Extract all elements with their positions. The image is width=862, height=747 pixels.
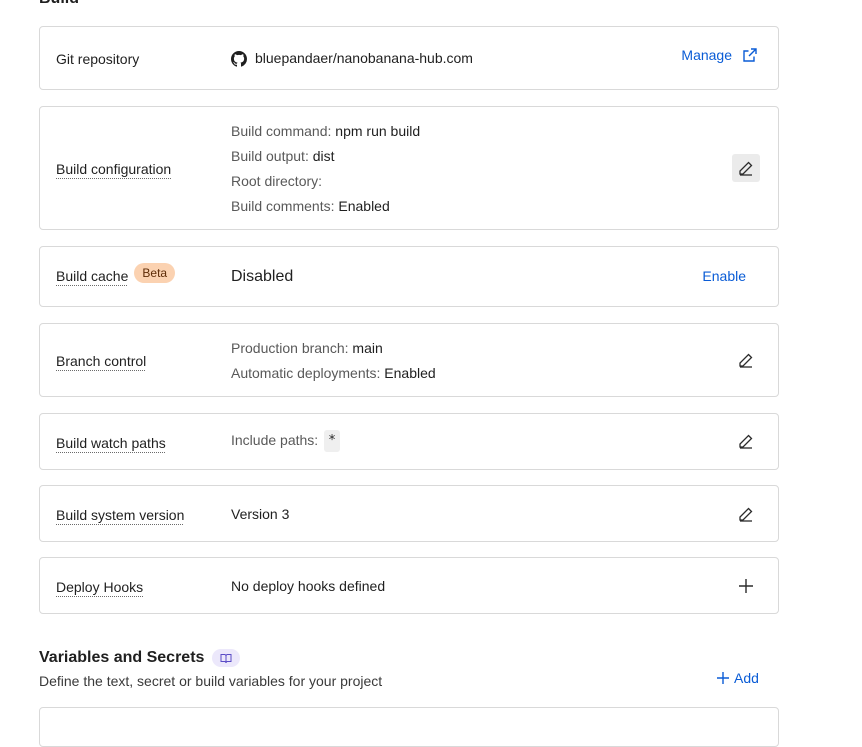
build-config-list: Build command: npm run build Build outpu… bbox=[231, 119, 420, 219]
plus-icon bbox=[716, 671, 730, 685]
section-title: Build bbox=[39, 0, 79, 9]
pencil-icon bbox=[738, 506, 754, 522]
manage-link[interactable]: Manage bbox=[681, 47, 758, 63]
external-link-icon bbox=[742, 47, 758, 63]
pencil-icon bbox=[738, 352, 754, 368]
build-watch-paths-card: Build watch paths Include paths: * bbox=[39, 413, 779, 470]
edit-build-configuration-button[interactable] bbox=[732, 154, 760, 182]
build-configuration-card: Build configuration Build command: npm r… bbox=[39, 106, 779, 230]
github-icon bbox=[231, 50, 247, 67]
root-directory-row: Root directory: bbox=[231, 173, 323, 189]
deploy-hooks-value: No deploy hooks defined bbox=[231, 578, 386, 594]
variables-description: Define the text, secret or build variabl… bbox=[39, 673, 383, 689]
pencil-icon bbox=[738, 433, 754, 449]
git-repository-label: Git repository bbox=[56, 51, 140, 67]
build-comments-row: Build comments: Enabled bbox=[231, 198, 390, 214]
automatic-deployments-row: Automatic deployments: Enabled bbox=[231, 365, 436, 381]
branch-control-label: Branch control bbox=[56, 353, 147, 369]
git-repository-card: Git repository bluepandaer/nanobanana-hu… bbox=[39, 26, 779, 90]
build-configuration-label: Build configuration bbox=[56, 161, 172, 177]
deploy-hooks-card: Deploy Hooks No deploy hooks defined bbox=[39, 557, 779, 614]
git-repository-value: bluepandaer/nanobanana-hub.com bbox=[231, 46, 473, 71]
variables-card bbox=[39, 707, 779, 747]
include-paths-row: Include paths: * bbox=[231, 428, 340, 453]
edit-build-system-version-button[interactable] bbox=[732, 500, 760, 528]
include-paths-value: * bbox=[324, 429, 340, 452]
build-cache-label: Build cache Beta bbox=[56, 263, 176, 285]
edit-branch-control-button[interactable] bbox=[732, 346, 760, 374]
beta-badge: Beta bbox=[134, 263, 176, 283]
branch-control-card: Branch control Production branch: main A… bbox=[39, 323, 779, 397]
build-system-version-value: Version 3 bbox=[231, 506, 290, 522]
branch-control-list: Production branch: main Automatic deploy… bbox=[231, 336, 436, 386]
plus-icon bbox=[738, 578, 754, 594]
build-watch-paths-label: Build watch paths bbox=[56, 435, 166, 451]
pencil-icon bbox=[738, 160, 754, 176]
build-cache-status: Disabled bbox=[231, 268, 294, 285]
edit-build-watch-paths-button[interactable] bbox=[732, 427, 760, 455]
deploy-hooks-label: Deploy Hooks bbox=[56, 579, 144, 595]
build-system-version-card: Build system version Version 3 bbox=[39, 485, 779, 542]
build-cache-card: Build cache Beta Disabled Enable bbox=[39, 246, 779, 307]
book-icon[interactable] bbox=[212, 649, 241, 667]
add-deploy-hook-button[interactable] bbox=[732, 572, 760, 600]
production-branch-row: Production branch: main bbox=[231, 340, 383, 356]
enable-build-cache-button[interactable]: Enable bbox=[702, 268, 746, 284]
variables-section-title: Variables and Secrets bbox=[39, 647, 241, 669]
repo-name[interactable]: bluepandaer/nanobanana-hub.com bbox=[255, 46, 473, 71]
add-variable-button[interactable]: Add bbox=[716, 668, 759, 688]
build-system-version-label: Build system version bbox=[56, 507, 185, 523]
build-command-row: Build command: npm run build bbox=[231, 123, 421, 139]
build-output-row: Build output: dist bbox=[231, 148, 335, 164]
